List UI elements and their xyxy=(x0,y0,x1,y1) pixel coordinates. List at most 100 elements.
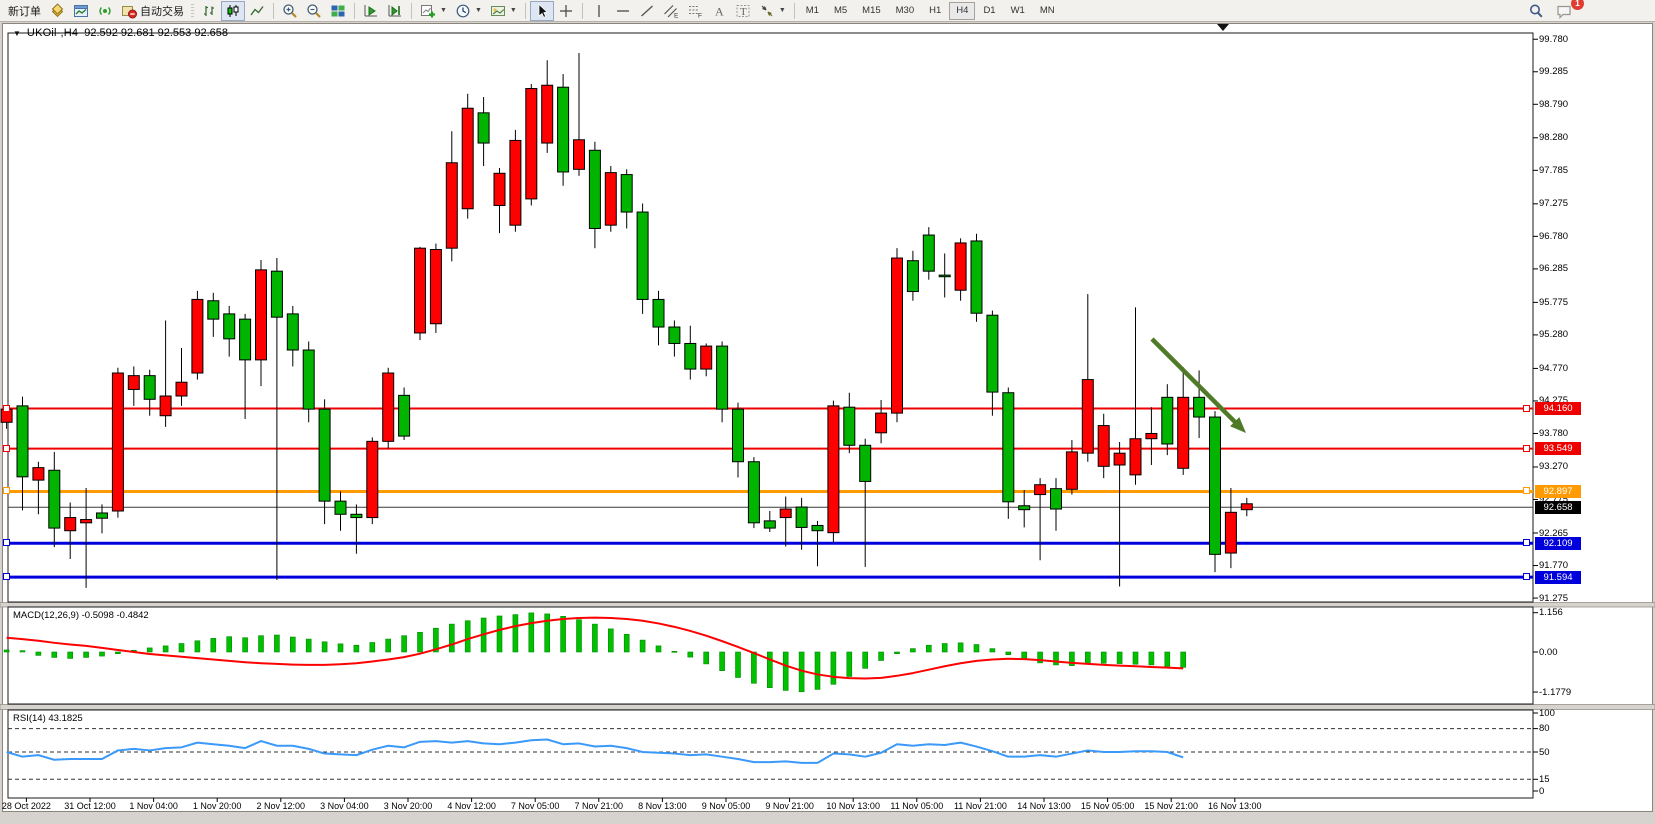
date-axis-label: 7 Nov 05:00 xyxy=(500,801,570,811)
date-axis-label: 11 Nov 05:00 xyxy=(882,801,952,811)
timeframe-group: M1M5M15M30H1H4D1W1MN xyxy=(799,2,1062,20)
toolbar-grip xyxy=(191,4,194,18)
fibonacci-tool-button[interactable]: F xyxy=(683,1,707,21)
toolbar-right-group: 1 xyxy=(1524,1,1651,21)
price-axis-label: 96.285 xyxy=(1539,263,1568,274)
tile-windows-icon xyxy=(330,3,346,19)
chart-bars-button[interactable] xyxy=(197,1,221,21)
text-tool-button[interactable]: A xyxy=(707,1,731,21)
chart-title: ▼ UKOil-,H4 92.592 92.681 92.553 92.658 xyxy=(13,27,228,39)
template-icon xyxy=(490,3,506,19)
search-button[interactable] xyxy=(1524,1,1548,21)
hline-handle-92.897[interactable] xyxy=(3,487,10,494)
search-icon xyxy=(1528,3,1544,19)
price-axis-label: 98.280 xyxy=(1539,132,1568,143)
chart-shift-button[interactable] xyxy=(383,1,407,21)
toolbar-separator xyxy=(525,3,526,19)
date-axis-label: 11 Nov 21:00 xyxy=(945,801,1015,811)
chart-candles-button[interactable] xyxy=(221,1,245,21)
shapes-tool-button[interactable]: ▼ xyxy=(755,1,790,21)
hline-handle-91.594[interactable] xyxy=(3,573,10,580)
date-axis-label: 28 Oct 2022 xyxy=(0,801,61,811)
channel-tool-button[interactable]: E xyxy=(659,1,683,21)
current-price-tag: 92.658 xyxy=(1535,501,1581,514)
symbol-dropdown-icon[interactable]: ▼ xyxy=(13,29,21,38)
chart-autoscroll-button[interactable] xyxy=(359,1,383,21)
chart-bars-icon xyxy=(201,3,217,19)
new-order-button[interactable]: 新订单 xyxy=(4,1,45,21)
timeframe-M15[interactable]: M15 xyxy=(855,2,887,20)
signals-icon xyxy=(97,3,113,19)
svg-text:F: F xyxy=(698,12,702,19)
timeframe-M30[interactable]: M30 xyxy=(889,2,921,20)
text-icon: A xyxy=(711,3,727,19)
zoom-in-icon xyxy=(282,3,298,19)
price-axis-label: 91.275 xyxy=(1539,593,1568,604)
svg-text:T: T xyxy=(740,6,747,18)
price-axis-label: 94.770 xyxy=(1539,363,1568,374)
orders-button[interactable] xyxy=(45,1,69,21)
new-order-label: 新订单 xyxy=(8,3,41,19)
timeframe-M1[interactable]: M1 xyxy=(799,2,826,20)
timeframe-D1[interactable]: D1 xyxy=(976,2,1002,20)
vertical-line-icon xyxy=(591,3,607,19)
date-axis-label: 4 Nov 12:00 xyxy=(437,801,507,811)
market-watch-button[interactable] xyxy=(69,1,93,21)
timeframe-H1[interactable]: H1 xyxy=(922,2,948,20)
rsi-axis-label: 15 xyxy=(1539,774,1550,785)
orders-icon xyxy=(49,3,65,19)
signals-button[interactable] xyxy=(93,1,117,21)
toolbar-separator xyxy=(794,3,795,19)
template-button[interactable]: ▼ xyxy=(486,1,521,21)
crosshair-tool-button[interactable] xyxy=(554,1,578,21)
svg-text:E: E xyxy=(674,12,679,19)
hline-handle-94.160[interactable] xyxy=(1523,405,1530,412)
hline-handle-92.109[interactable] xyxy=(3,539,10,546)
cursor-tool-button[interactable] xyxy=(530,1,554,21)
hline-tool-button[interactable] xyxy=(611,1,635,21)
dropdown-arrow-icon: ▼ xyxy=(440,7,447,14)
chart-line-button[interactable] xyxy=(245,1,269,21)
timeframe-M5[interactable]: M5 xyxy=(827,2,854,20)
date-axis-label: 15 Nov 21:00 xyxy=(1136,801,1206,811)
fibonacci-icon: F xyxy=(687,3,703,19)
price-axis-label: 95.280 xyxy=(1539,329,1568,340)
trendline-tool-button[interactable] xyxy=(635,1,659,21)
label-tool-button[interactable]: T xyxy=(731,1,755,21)
timeframe-H4[interactable]: H4 xyxy=(949,2,975,20)
timeframe-W1[interactable]: W1 xyxy=(1004,2,1032,20)
zoom-out-button[interactable] xyxy=(302,1,326,21)
autotrade-button[interactable]: 自动交易 xyxy=(117,1,188,21)
macd-indicator-label: MACD(12,26,9) -0.5098 -0.4842 xyxy=(13,610,149,621)
zoom-in-button[interactable] xyxy=(278,1,302,21)
price-axis-label: 99.285 xyxy=(1539,66,1568,77)
dropdown-arrow-icon: ▼ xyxy=(475,7,482,14)
toolbar-separator xyxy=(411,3,412,19)
price-tag-94.160: 94.160 xyxy=(1535,402,1581,415)
text-label-icon: T xyxy=(735,3,751,19)
hline-handle-94.160[interactable] xyxy=(3,405,10,412)
hline-handle-93.549[interactable] xyxy=(1523,445,1530,452)
tile-windows-button[interactable] xyxy=(326,1,350,21)
chart-symbol-period: UKOil-,H4 xyxy=(27,27,78,39)
date-axis-label: 14 Nov 13:00 xyxy=(1009,801,1079,811)
toolbar-separator xyxy=(354,3,355,19)
new-chart-button[interactable]: ▼ xyxy=(416,1,451,21)
macd-axis-label: -1.1779 xyxy=(1539,687,1571,698)
hline-handle-92.109[interactable] xyxy=(1523,539,1530,546)
zoom-out-icon xyxy=(306,3,322,19)
notification-badge[interactable]: 1 xyxy=(1571,0,1584,10)
chart-window[interactable] xyxy=(2,23,1653,812)
rsi-axis-label: 50 xyxy=(1539,747,1550,758)
vline-tool-button[interactable] xyxy=(587,1,611,21)
date-axis-label: 15 Nov 05:00 xyxy=(1073,801,1143,811)
period-button[interactable]: ▼ xyxy=(451,1,486,21)
autotrade-label: 自动交易 xyxy=(140,3,184,19)
chart-candles-icon xyxy=(225,3,241,19)
timeframe-MN[interactable]: MN xyxy=(1033,2,1062,20)
chart-line-icon xyxy=(249,3,265,19)
date-axis-label: 9 Nov 05:00 xyxy=(691,801,761,811)
hline-handle-91.594[interactable] xyxy=(1523,573,1530,580)
hline-handle-92.897[interactable] xyxy=(1523,487,1530,494)
hline-handle-93.549[interactable] xyxy=(3,445,10,452)
